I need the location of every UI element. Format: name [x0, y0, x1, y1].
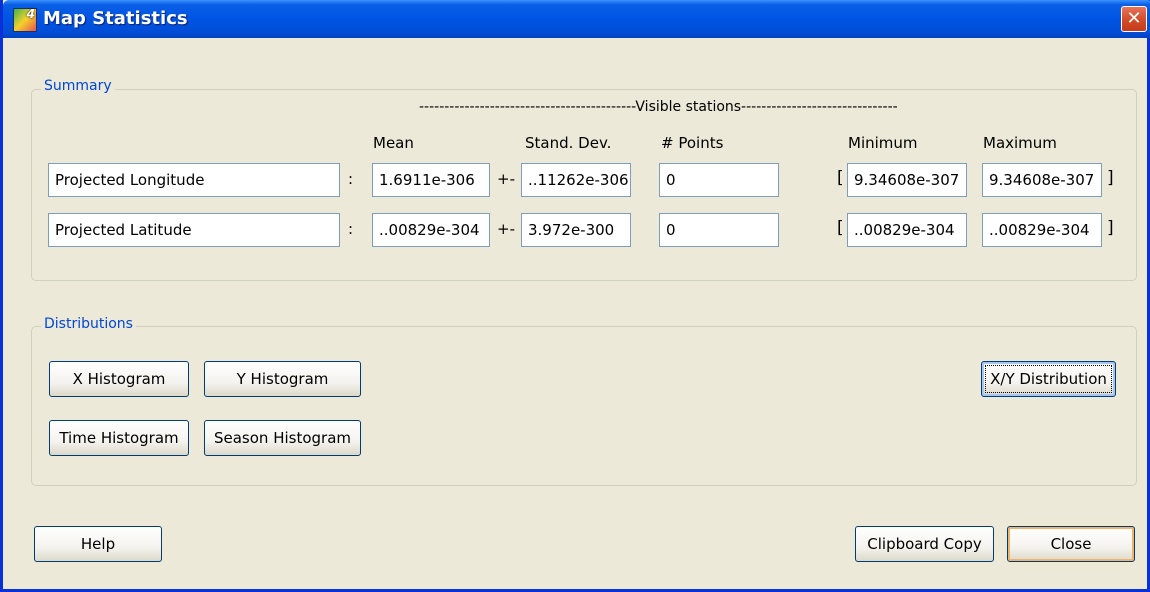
colon-separator: : — [348, 170, 354, 188]
column-points: # Points — [661, 134, 724, 152]
open-bracket: [ — [837, 218, 844, 238]
close-bracket: ] — [1107, 218, 1114, 238]
season-histogram-button[interactable]: Season Histogram — [204, 420, 361, 456]
column-std-dev: Stand. Dev. — [525, 134, 612, 152]
distributions-legend: Distributions — [41, 316, 136, 332]
close-button[interactable]: Close — [1007, 526, 1135, 562]
minimum-field[interactable]: 9.34608e-307 — [847, 163, 967, 197]
maximum-field[interactable]: 9.34608e-307 — [982, 163, 1102, 197]
plus-minus-label: +- — [497, 220, 515, 238]
map-statistics-window: 4 Map Statistics ✕ Summary -------------… — [0, 0, 1150, 592]
minimum-field[interactable]: ..00829e-304 — [847, 213, 967, 247]
std-dev-field[interactable]: 3.972e-300 — [521, 213, 631, 247]
mean-field[interactable]: ..00829e-304 — [372, 213, 490, 247]
column-maximum: Maximum — [983, 134, 1057, 152]
distributions-group — [31, 326, 1137, 486]
plus-minus-label: +- — [497, 170, 515, 188]
clipboard-copy-button[interactable]: Clipboard Copy — [855, 526, 994, 562]
focus-ring — [985, 365, 1112, 393]
xy-distribution-button[interactable]: X/Y Distribution — [981, 361, 1116, 397]
column-minimum: Minimum — [848, 134, 918, 152]
help-button[interactable]: Help — [34, 526, 162, 562]
visible-stations-header: ----------------------------------------… — [419, 99, 898, 115]
maximum-field[interactable]: ..00829e-304 — [982, 213, 1102, 247]
y-histogram-button[interactable]: Y Histogram — [204, 361, 361, 397]
open-bracket: [ — [837, 168, 844, 188]
colon-separator: : — [348, 220, 354, 238]
summary-legend: Summary — [41, 78, 115, 94]
time-histogram-button[interactable]: Time Histogram — [49, 420, 189, 456]
column-mean: Mean — [373, 134, 414, 152]
title-bar[interactable]: 4 Map Statistics ✕ — [3, 0, 1150, 38]
app-icon: 4 — [13, 7, 37, 32]
std-dev-field[interactable]: ..11262e-306 — [521, 163, 631, 197]
variable-name-field[interactable]: Projected Latitude — [48, 213, 340, 247]
mean-field[interactable]: 1.6911e-306 — [372, 163, 490, 197]
x-histogram-button[interactable]: X Histogram — [49, 361, 189, 397]
points-field[interactable]: 0 — [659, 213, 779, 247]
close-icon[interactable]: ✕ — [1121, 6, 1147, 32]
variable-name-field[interactable]: Projected Longitude — [48, 163, 340, 197]
points-field[interactable]: 0 — [659, 163, 779, 197]
close-bracket: ] — [1107, 168, 1114, 188]
window-title: Map Statistics — [43, 8, 188, 29]
